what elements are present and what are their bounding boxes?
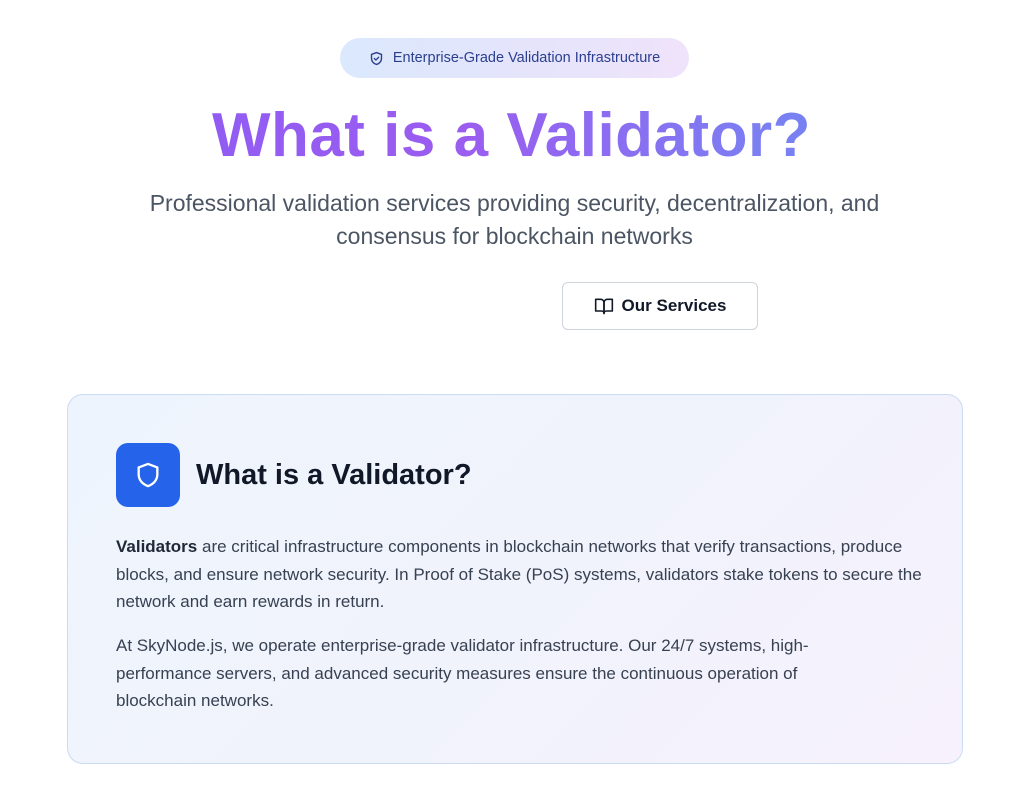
validator-info-card: What is a Validator? Validators are crit… xyxy=(67,394,963,764)
card-paragraph-2: At SkyNode.js, we operate enterprise-gra… xyxy=(116,636,809,710)
card-paragraph-1-bold: Validators xyxy=(116,537,198,556)
book-open-icon xyxy=(594,296,614,316)
card-icon-tile xyxy=(116,443,180,507)
shield-check-icon xyxy=(369,51,384,66)
hero-badge: Enterprise-Grade Validation Infrastructu… xyxy=(340,38,689,78)
shield-icon xyxy=(134,461,162,489)
card-title: What is a Validator? xyxy=(196,459,472,491)
our-services-button[interactable]: Our Services xyxy=(562,282,758,330)
page-title: What is a Validator? xyxy=(0,96,1023,176)
card-paragraph-1-text: are critical infrastructure components i… xyxy=(116,537,922,611)
hero-badge-label: Enterprise-Grade Validation Infrastructu… xyxy=(392,50,661,66)
page: Enterprise-Grade Validation Infrastructu… xyxy=(0,0,1023,803)
card-paragraph-1: Validators are critical infrastructure c… xyxy=(116,533,926,616)
our-services-button-label: Our Services xyxy=(621,296,727,315)
hero-subtitle: Professional validation services providi… xyxy=(149,190,880,249)
